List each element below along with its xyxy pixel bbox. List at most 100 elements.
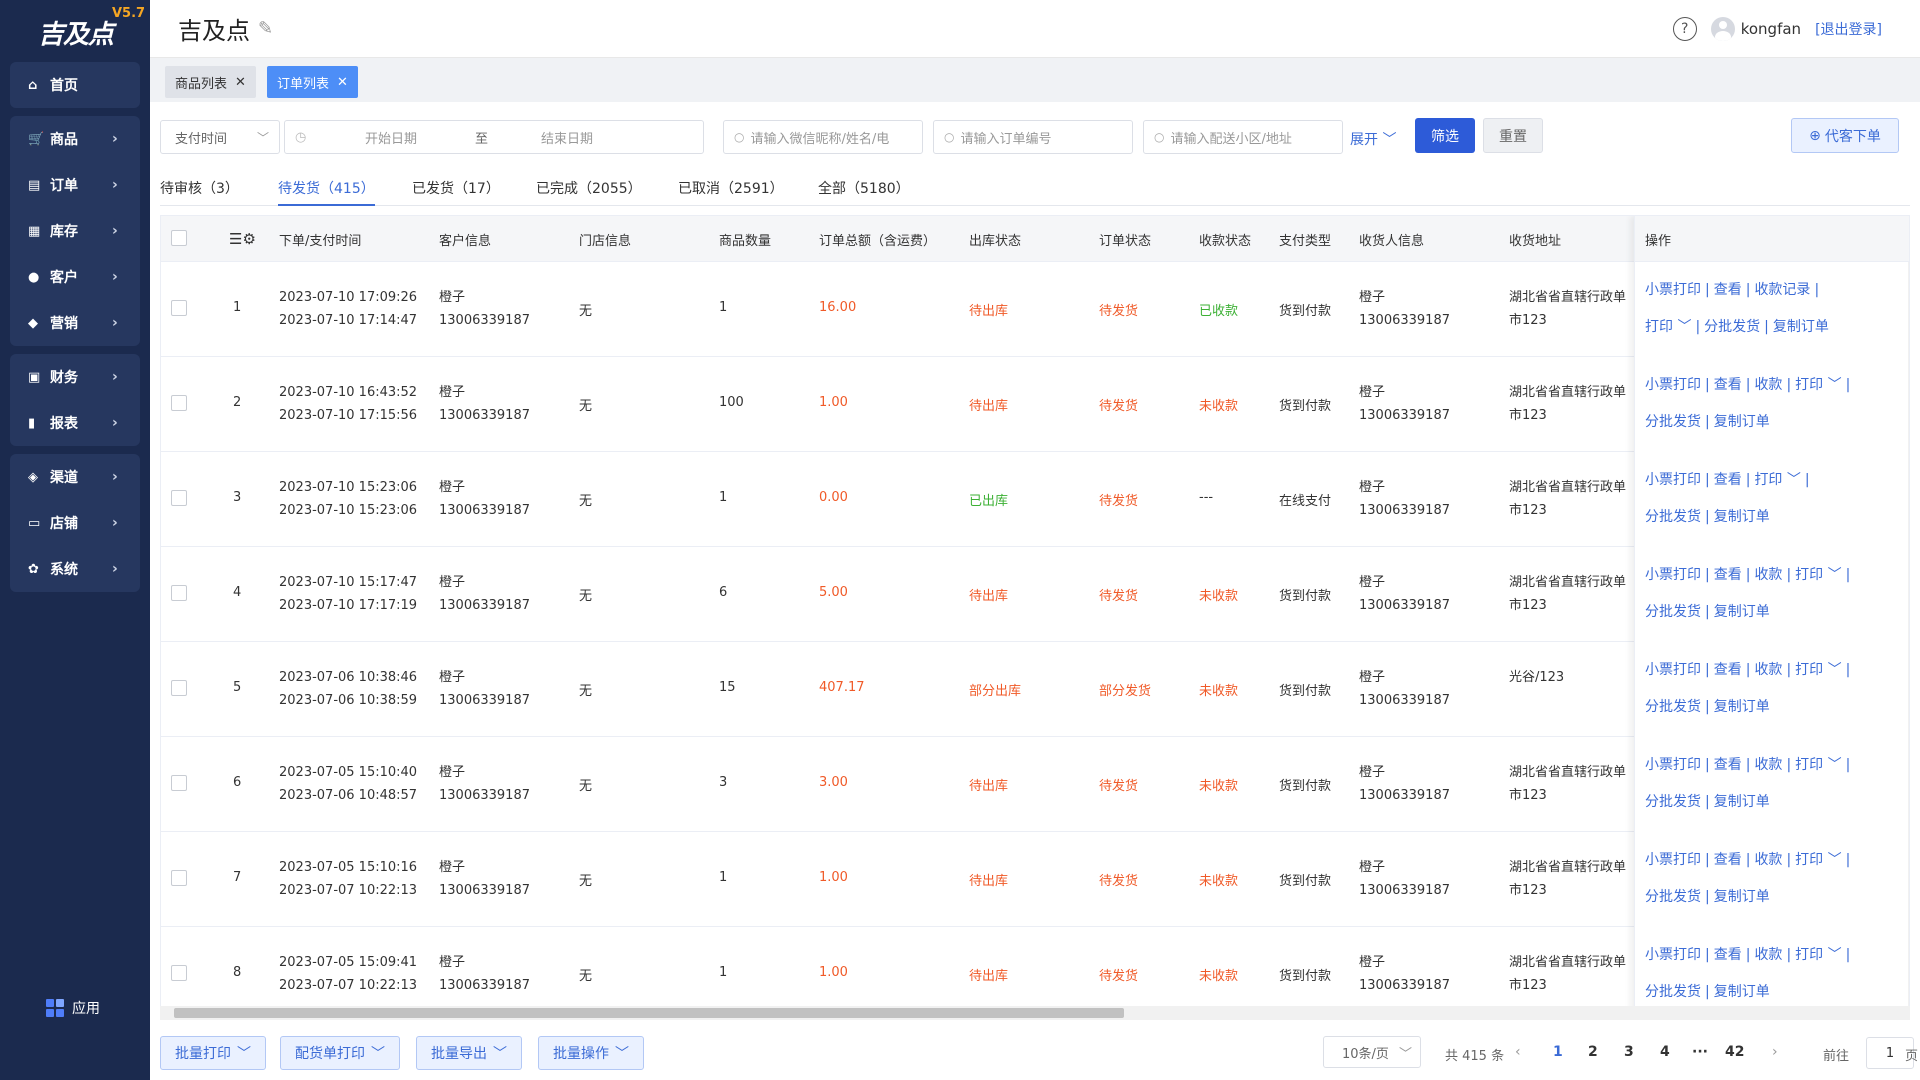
apps-button[interactable]: 应用 <box>46 998 100 1018</box>
tab-shipped[interactable]: 已发货（17） <box>412 178 500 206</box>
row-action-link[interactable]: 收款 <box>1754 662 1782 678</box>
row-action-link[interactable]: 打印 ﹀ <box>1795 757 1841 773</box>
column-settings-icon[interactable]: ☰⚙ <box>229 230 256 248</box>
time-type-select[interactable]: 支付时间 ﹀ <box>160 120 280 154</box>
row-action-link[interactable]: 打印 ﹀ <box>1795 852 1841 868</box>
edit-icon[interactable]: ✎ <box>258 18 273 39</box>
sidebar-item[interactable]: 🛒 商品 › <box>10 116 140 162</box>
row-action-link[interactable]: 分批发货 <box>1645 509 1701 525</box>
row-action-link[interactable]: 收款 <box>1754 757 1782 773</box>
row-action-link[interactable]: 收款 <box>1754 567 1782 583</box>
avatar[interactable] <box>1710 16 1735 41</box>
tab-all[interactable]: 全部（5180） <box>818 178 910 206</box>
row-action-link[interactable]: 复制订单 <box>1714 794 1770 810</box>
sidebar-item[interactable]: ◈ 渠道 › <box>10 454 140 500</box>
row-checkbox[interactable] <box>171 965 187 981</box>
row-action-link[interactable]: 查看 <box>1714 377 1742 393</box>
page-1[interactable]: 1 <box>1553 1044 1563 1060</box>
row-action-link[interactable]: 查看 <box>1714 472 1742 488</box>
row-checkbox[interactable] <box>171 395 187 411</box>
row-action-link[interactable]: 分批发货 <box>1645 699 1701 715</box>
row-action-link[interactable]: 分批发货 <box>1645 794 1701 810</box>
tab-pending-review[interactable]: 待审核（3） <box>160 178 239 206</box>
row-checkbox[interactable] <box>171 585 187 601</box>
customer-search-input[interactable]: ○ 请输入微信昵称/姓名/电 <box>723 120 923 154</box>
logout-link[interactable]: [退出登录] <box>1815 19 1882 39</box>
row-action-link[interactable]: 小票打印 <box>1645 567 1701 583</box>
row-action-link[interactable]: 打印 ﹀ <box>1645 319 1691 335</box>
batch-export-button[interactable]: 批量导出 ﹀ <box>416 1036 522 1070</box>
row-checkbox[interactable] <box>171 490 187 506</box>
horizontal-scroll-thumb[interactable] <box>174 1008 1124 1018</box>
row-action-link[interactable]: 查看 <box>1714 757 1742 773</box>
reset-button[interactable]: 重置 <box>1483 118 1543 153</box>
page-2[interactable]: 2 <box>1588 1044 1598 1060</box>
row-action-link[interactable]: 复制订单 <box>1714 414 1770 430</box>
row-action-link[interactable]: 复制订单 <box>1714 889 1770 905</box>
row-checkbox[interactable] <box>171 300 187 316</box>
page-tab-goods-list[interactable]: 商品列表 ✕ <box>165 66 256 98</box>
row-action-link[interactable]: 打印 ﹀ <box>1795 377 1841 393</box>
prev-page-icon[interactable]: ‹ <box>1515 1044 1521 1060</box>
filter-button[interactable]: 筛选 <box>1415 118 1475 153</box>
row-action-link[interactable]: 分批发货 <box>1645 604 1701 620</box>
order-number-input[interactable]: ○ 请输入订单编号 <box>933 120 1133 154</box>
page-tab-order-list[interactable]: 订单列表 ✕ <box>267 66 358 98</box>
row-action-link[interactable]: 收款记录 <box>1754 282 1810 298</box>
batch-operations-button[interactable]: 批量操作 ﹀ <box>538 1036 644 1070</box>
sidebar-item[interactable]: ▤ 订单 › <box>10 162 140 208</box>
page-3[interactable]: 3 <box>1624 1044 1634 1060</box>
row-action-link[interactable]: 收款 <box>1754 377 1782 393</box>
row-action-link[interactable]: 小票打印 <box>1645 377 1701 393</box>
tab-pending-shipment[interactable]: 待发货（415） <box>278 178 375 206</box>
agent-order-button[interactable]: ⊕ 代客下单 <box>1791 118 1899 153</box>
row-checkbox[interactable] <box>171 680 187 696</box>
close-icon[interactable]: ✕ <box>235 75 246 90</box>
row-action-link[interactable]: 查看 <box>1714 662 1742 678</box>
row-action-link[interactable]: 查看 <box>1714 567 1742 583</box>
row-action-link[interactable]: 分批发货 <box>1645 889 1701 905</box>
end-date-input[interactable]: 结束日期 <box>541 128 593 147</box>
page-4[interactable]: 4 <box>1660 1044 1670 1060</box>
row-action-link[interactable]: 收款 <box>1754 947 1782 963</box>
row-action-link[interactable]: 打印 ﹀ <box>1795 567 1841 583</box>
help-icon[interactable]: ? <box>1672 16 1697 41</box>
sidebar-item[interactable]: ▣ 财务 › <box>10 354 140 400</box>
sidebar-item[interactable]: ▦ 库存 › <box>10 208 140 254</box>
row-action-link[interactable]: 分批发货 <box>1645 414 1701 430</box>
expand-filters-link[interactable]: 展开 ﹀ <box>1350 129 1396 149</box>
row-action-link[interactable]: 复制订单 <box>1714 509 1770 525</box>
row-checkbox[interactable] <box>171 775 187 791</box>
page-size-select[interactable]: 10条/页 ﹀ <box>1323 1036 1421 1068</box>
select-all-checkbox[interactable] <box>171 230 187 246</box>
row-action-link[interactable]: 分批发货 <box>1704 319 1760 335</box>
row-action-link[interactable]: 小票打印 <box>1645 472 1701 488</box>
row-action-link[interactable]: 打印 ﹀ <box>1754 472 1800 488</box>
sidebar-item[interactable]: ✿ 系统 › <box>10 546 140 592</box>
row-action-link[interactable]: 小票打印 <box>1645 662 1701 678</box>
row-checkbox[interactable] <box>171 870 187 886</box>
close-icon[interactable]: ✕ <box>337 75 348 90</box>
row-action-link[interactable]: 小票打印 <box>1645 852 1701 868</box>
date-range-picker[interactable]: ◷ 开始日期 至 结束日期 <box>284 120 704 154</box>
address-search-input[interactable]: ○ 请输入配送小区/地址 <box>1143 120 1343 154</box>
picking-print-button[interactable]: 配货单打印 ﹀ <box>280 1036 400 1070</box>
row-action-link[interactable]: 分批发货 <box>1645 984 1701 1000</box>
row-action-link[interactable]: 查看 <box>1714 282 1742 298</box>
tab-cancelled[interactable]: 已取消（2591） <box>678 178 784 206</box>
row-action-link[interactable]: 小票打印 <box>1645 757 1701 773</box>
row-action-link[interactable]: 打印 ﹀ <box>1795 947 1841 963</box>
page-ellipsis[interactable]: ··· <box>1692 1044 1708 1060</box>
next-page-icon[interactable]: › <box>1772 1044 1778 1060</box>
tab-completed[interactable]: 已完成（2055） <box>536 178 642 206</box>
row-action-link[interactable]: 复制订单 <box>1714 699 1770 715</box>
sidebar-item[interactable]: ▭ 店铺 › <box>10 500 140 546</box>
vertical-scrollbar[interactable] <box>1908 262 1909 1017</box>
row-action-link[interactable]: 打印 ﹀ <box>1795 662 1841 678</box>
sidebar-item[interactable]: ◆ 营销 › <box>10 300 140 346</box>
page-42[interactable]: 42 <box>1725 1044 1744 1060</box>
sidebar-item[interactable]: ● 客户 › <box>10 254 140 300</box>
batch-print-button[interactable]: 批量打印 ﹀ <box>160 1036 266 1070</box>
sidebar-item[interactable]: ⌂ 首页 <box>10 62 140 108</box>
row-action-link[interactable]: 收款 <box>1754 852 1782 868</box>
